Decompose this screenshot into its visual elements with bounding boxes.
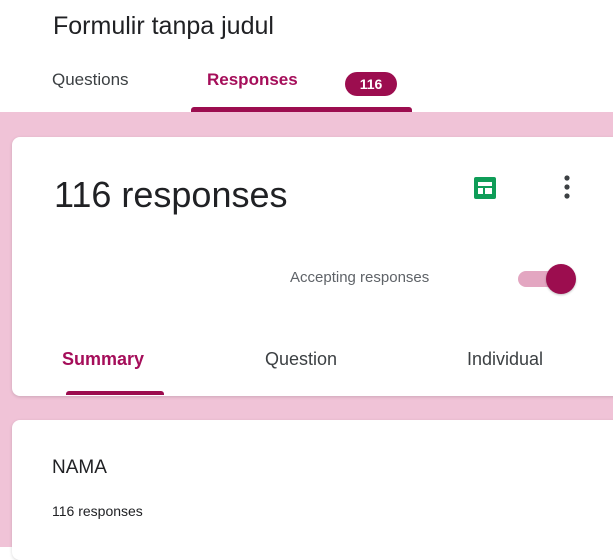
- more-options-button[interactable]: [557, 169, 577, 205]
- responses-count-badge: 116: [345, 72, 397, 96]
- accepting-responses-toggle[interactable]: [518, 262, 582, 294]
- app-header: Formulir tanpa judul Questions Responses…: [0, 0, 613, 112]
- tab-responses[interactable]: Responses: [207, 70, 298, 90]
- link-to-sheets-button[interactable]: [471, 174, 499, 202]
- accepting-responses-label: Accepting responses: [290, 269, 430, 286]
- more-vert-icon: [564, 175, 570, 199]
- subtab-individual[interactable]: Individual: [467, 349, 543, 370]
- question-summary-card: NAMA 116 responses: [12, 420, 613, 560]
- google-sheets-icon: [474, 177, 496, 199]
- question-response-count: 116 responses: [52, 503, 143, 519]
- form-title: Formulir tanpa judul: [53, 12, 274, 40]
- tab-questions[interactable]: Questions: [52, 70, 129, 90]
- subtab-summary[interactable]: Summary: [62, 349, 144, 370]
- active-subtab-indicator: [66, 391, 164, 395]
- question-title: NAMA: [52, 457, 107, 478]
- responses-count-heading: 116 responses: [54, 174, 288, 215]
- responses-summary-card: 116 responses Accepting responses Summar…: [12, 137, 613, 396]
- toggle-thumb: [546, 264, 576, 294]
- subtab-question[interactable]: Question: [265, 349, 337, 370]
